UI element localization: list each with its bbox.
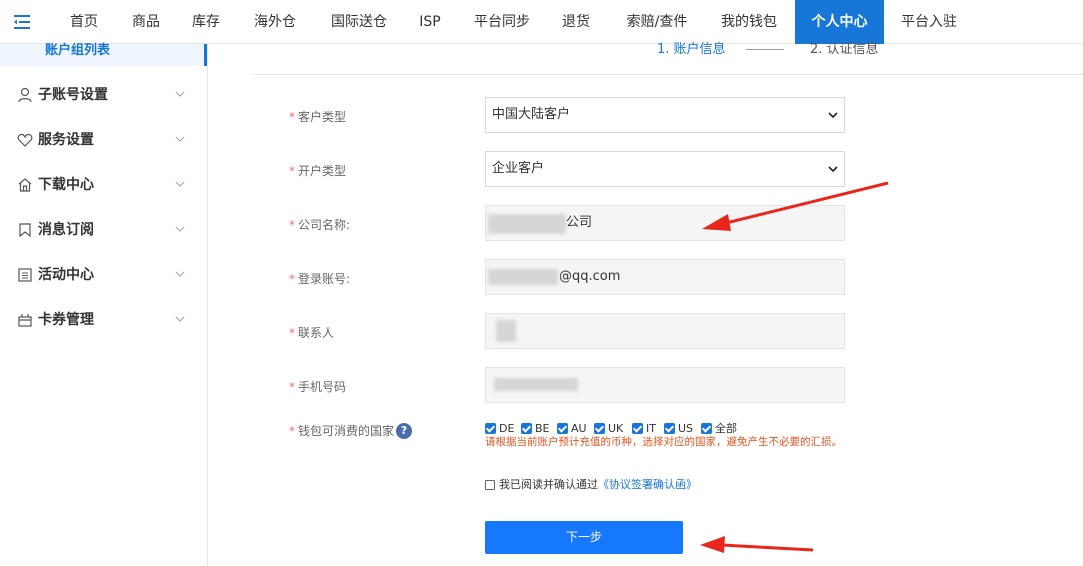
nav-item-inventory[interactable]: 库存	[178, 0, 234, 44]
sidebar-item-account-groups[interactable]: 账户组列表	[0, 44, 207, 66]
account-type-label: * 开户类型	[289, 164, 347, 178]
country-warning-text: 请根据当前账户预计充值的币种，选择对应的国家，避免产生不必要的汇损。	[485, 436, 842, 448]
login-account-field[interactable]: @qq.com	[485, 259, 845, 295]
redacted-text	[488, 214, 566, 234]
sidebar-item-label: 子账号设置	[38, 87, 108, 103]
sidebar-item-label: 服务设置	[38, 132, 94, 148]
nav-item-personal-center[interactable]: 个人中心	[795, 0, 884, 44]
step-verification-info: 2. 认证信息	[810, 42, 879, 57]
home-icon	[18, 178, 32, 192]
sidebar-item-label: 消息订阅	[38, 222, 94, 238]
contact-field[interactable]	[485, 313, 845, 349]
nav-item-claims[interactable]: 索赔/查件	[612, 0, 702, 44]
step-account-info: 1. 账户信息	[657, 42, 726, 57]
account-type-select[interactable]: 企业客户	[485, 151, 845, 187]
agreement-checkbox[interactable]	[485, 480, 495, 490]
heart-icon	[17, 133, 33, 147]
chevron-down-icon	[175, 91, 185, 97]
nav-item-wallet[interactable]: 我的钱包	[710, 0, 788, 44]
chevron-down-icon	[828, 166, 838, 173]
customer-type-label: * 客户类型	[289, 110, 347, 124]
bookmark-icon	[19, 223, 31, 238]
sidebar-item-sub-accounts[interactable]: 子账号设置	[0, 75, 207, 115]
contact-label: * 联系人	[289, 326, 335, 340]
company-name-label: * 公司名称:	[289, 218, 351, 232]
customer-type-value: 中国大陆客户	[492, 107, 571, 122]
chevron-down-icon	[175, 136, 185, 142]
agreement-text: 我已阅读并确认通过	[499, 478, 598, 491]
sidebar-item-label: 活动中心	[38, 267, 94, 283]
chevron-down-icon	[175, 226, 185, 232]
chevron-down-icon	[175, 316, 185, 322]
list-icon	[18, 268, 32, 282]
sidebar: 账户组列表 子账号设置 服务设置 下载中心 消息订阅 活动中心 卡券管理	[0, 44, 208, 566]
next-step-button[interactable]: 下一步	[485, 521, 683, 554]
gift-icon	[18, 314, 32, 327]
nav-item-returns[interactable]: 退货	[552, 0, 600, 44]
phone-label: * 手机号码	[289, 380, 347, 394]
nav-item-home[interactable]: 首页	[56, 0, 112, 44]
nav-item-products[interactable]: 商品	[118, 0, 174, 44]
chevron-down-icon	[828, 112, 838, 119]
nav-item-isp[interactable]: ISP	[410, 0, 450, 44]
agreement-link[interactable]: 《协议签署确认函》	[598, 478, 697, 491]
annotation-arrow-next-button	[700, 536, 814, 553]
sidebar-item-message-subscription[interactable]: 消息订阅	[0, 210, 207, 250]
divider	[252, 74, 1083, 75]
sidebar-item-label: 账户组列表	[45, 43, 111, 58]
sidebar-item-label: 卡券管理	[38, 312, 94, 328]
login-account-value: @qq.com	[559, 269, 621, 284]
nav-item-intl-delivery[interactable]: 国际送仓	[320, 0, 398, 44]
redacted-text	[496, 320, 516, 342]
account-type-value: 企业客户	[492, 161, 545, 176]
chevron-down-icon	[175, 181, 185, 187]
sidebar-item-download-center[interactable]: 下载中心	[0, 165, 207, 205]
nav-item-overseas-warehouse[interactable]: 海外仓	[240, 0, 310, 44]
sidebar-item-coupon-management[interactable]: 卡券管理	[0, 300, 207, 340]
top-nav: 首页 商品 库存 海外仓 国际送仓 ISP 平台同步 退货 索赔/查件 我的钱包…	[0, 0, 1083, 44]
nav-item-platform-join[interactable]: 平台入驻	[892, 0, 966, 44]
login-account-label: * 登录账号:	[289, 272, 351, 286]
company-name-value: 公司	[566, 215, 593, 230]
redacted-text	[494, 378, 578, 391]
company-name-field[interactable]: 公司	[485, 205, 845, 241]
menu-collapse-icon[interactable]	[14, 15, 30, 29]
redacted-text	[488, 269, 558, 285]
phone-field[interactable]	[485, 367, 845, 403]
sidebar-item-service-settings[interactable]: 服务设置	[0, 120, 207, 160]
nav-item-platform-sync[interactable]: 平台同步	[464, 0, 540, 44]
sidebar-item-activity-center[interactable]: 活动中心	[0, 255, 207, 295]
user-icon	[18, 87, 32, 103]
step-connector	[746, 49, 784, 50]
wallet-countries-label: * 钱包可消费的国家	[289, 424, 395, 438]
help-icon[interactable]: ?	[396, 423, 412, 439]
sidebar-item-label: 下载中心	[38, 177, 94, 193]
customer-type-select[interactable]: 中国大陆客户	[485, 97, 845, 133]
chevron-down-icon	[175, 271, 185, 277]
